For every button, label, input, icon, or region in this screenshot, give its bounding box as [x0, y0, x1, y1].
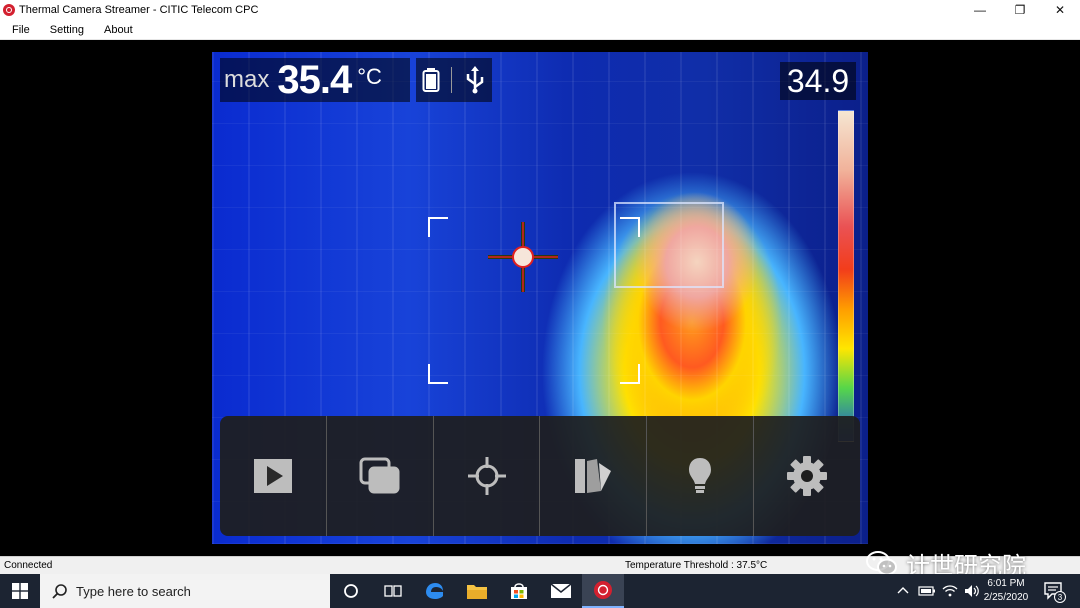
- temperature-color-scale: [838, 110, 854, 442]
- gallery-icon: [359, 457, 400, 494]
- clock-time: 6:01 PM: [987, 578, 1025, 589]
- title-bar: Thermal Camera Streamer - CITIC Telecom …: [0, 0, 1080, 20]
- palette-icon: [575, 459, 612, 493]
- settings-button[interactable]: [754, 416, 860, 536]
- search-placeholder: Type here to search: [76, 583, 191, 599]
- edge-icon: [426, 583, 443, 599]
- palette-button[interactable]: [540, 416, 648, 536]
- clock-date: 2/25/2020: [983, 592, 1029, 603]
- notification-icon: 3: [1044, 582, 1066, 603]
- status-separator: [450, 67, 452, 93]
- window-title: Thermal Camera Streamer - CITIC Telecom …: [19, 4, 259, 16]
- wechat-icon: [866, 550, 897, 575]
- search-icon: [52, 584, 67, 599]
- play-icon: [253, 459, 292, 493]
- temperature-unit: °C: [357, 64, 382, 89]
- camera-viewport: max 35.4 °C 34.9: [0, 40, 1080, 556]
- temperature-threshold: Temperature Threshold : 37.5°C: [625, 560, 768, 571]
- max-temperature-readout: max 35.4 °C: [220, 58, 410, 102]
- face-bracket-top-left: [428, 217, 448, 237]
- lamp-icon: [689, 458, 712, 493]
- notification-count: 3: [1058, 593, 1063, 602]
- camera-toolbar: [220, 416, 860, 536]
- face-bracket-top-right: [620, 217, 640, 237]
- taskbar: Type here to search 6:01 PM 2/25/2020 3: [0, 574, 1080, 608]
- menu-about[interactable]: About: [92, 24, 141, 36]
- device-status-icons: [416, 58, 492, 102]
- file-explorer-icon: [467, 585, 487, 599]
- connection-status: Connected: [4, 560, 53, 571]
- store-button[interactable]: [498, 574, 540, 608]
- mail-icon: [550, 583, 572, 598]
- window-controls: — ❐ ✕: [960, 0, 1080, 20]
- battery-tray-icon[interactable]: [918, 584, 936, 598]
- gallery-button[interactable]: [327, 416, 434, 536]
- max-label: max: [224, 66, 270, 93]
- app-logo-icon: [3, 4, 15, 16]
- menu-setting[interactable]: Setting: [38, 24, 92, 36]
- start-button[interactable]: [0, 574, 40, 608]
- task-view-button[interactable]: [372, 574, 414, 608]
- edge-button[interactable]: [414, 574, 456, 608]
- usb-icon: [466, 66, 483, 94]
- background-door-window: [614, 202, 724, 288]
- face-bracket-bottom-left: [428, 364, 448, 384]
- thermal-app-icon: [594, 581, 612, 599]
- spot-meter-icon: [467, 457, 506, 495]
- thermal-image: max 35.4 °C 34.9: [212, 52, 868, 544]
- mail-button[interactable]: [540, 574, 582, 608]
- minimize-button[interactable]: —: [960, 0, 1000, 20]
- menu-file[interactable]: File: [0, 24, 38, 36]
- wifi-icon[interactable]: [942, 584, 958, 598]
- thermal-app-taskbar-button[interactable]: [582, 574, 624, 608]
- file-explorer-button[interactable]: [456, 574, 498, 608]
- restore-button[interactable]: ❐: [1000, 0, 1040, 20]
- taskbar-search-box[interactable]: Type here to search: [40, 574, 330, 608]
- spot-meter-button[interactable]: [434, 416, 541, 536]
- cortana-icon: [344, 584, 358, 598]
- system-tray: [896, 574, 980, 608]
- battery-icon: [422, 68, 439, 92]
- close-button[interactable]: ✕: [1040, 0, 1080, 20]
- windows-icon: [12, 583, 28, 599]
- taskbar-clock[interactable]: 6:01 PM 2/25/2020: [970, 577, 1042, 605]
- max-temperature-value: 35.4: [277, 57, 352, 102]
- action-center-button[interactable]: 3: [1042, 579, 1066, 603]
- settings-icon: [787, 456, 828, 496]
- spot-temperature-value: 34.9: [780, 62, 856, 100]
- chevron-up-icon[interactable]: [896, 584, 910, 598]
- lamp-button[interactable]: [647, 416, 755, 536]
- crosshair-icon: [488, 222, 558, 292]
- task-view-icon: [384, 585, 402, 597]
- menu-bar: File Setting About: [0, 20, 1080, 40]
- face-bracket-bottom-right: [620, 364, 640, 384]
- store-icon: [511, 583, 527, 599]
- cortana-button[interactable]: [330, 574, 372, 608]
- play-button[interactable]: [220, 416, 327, 536]
